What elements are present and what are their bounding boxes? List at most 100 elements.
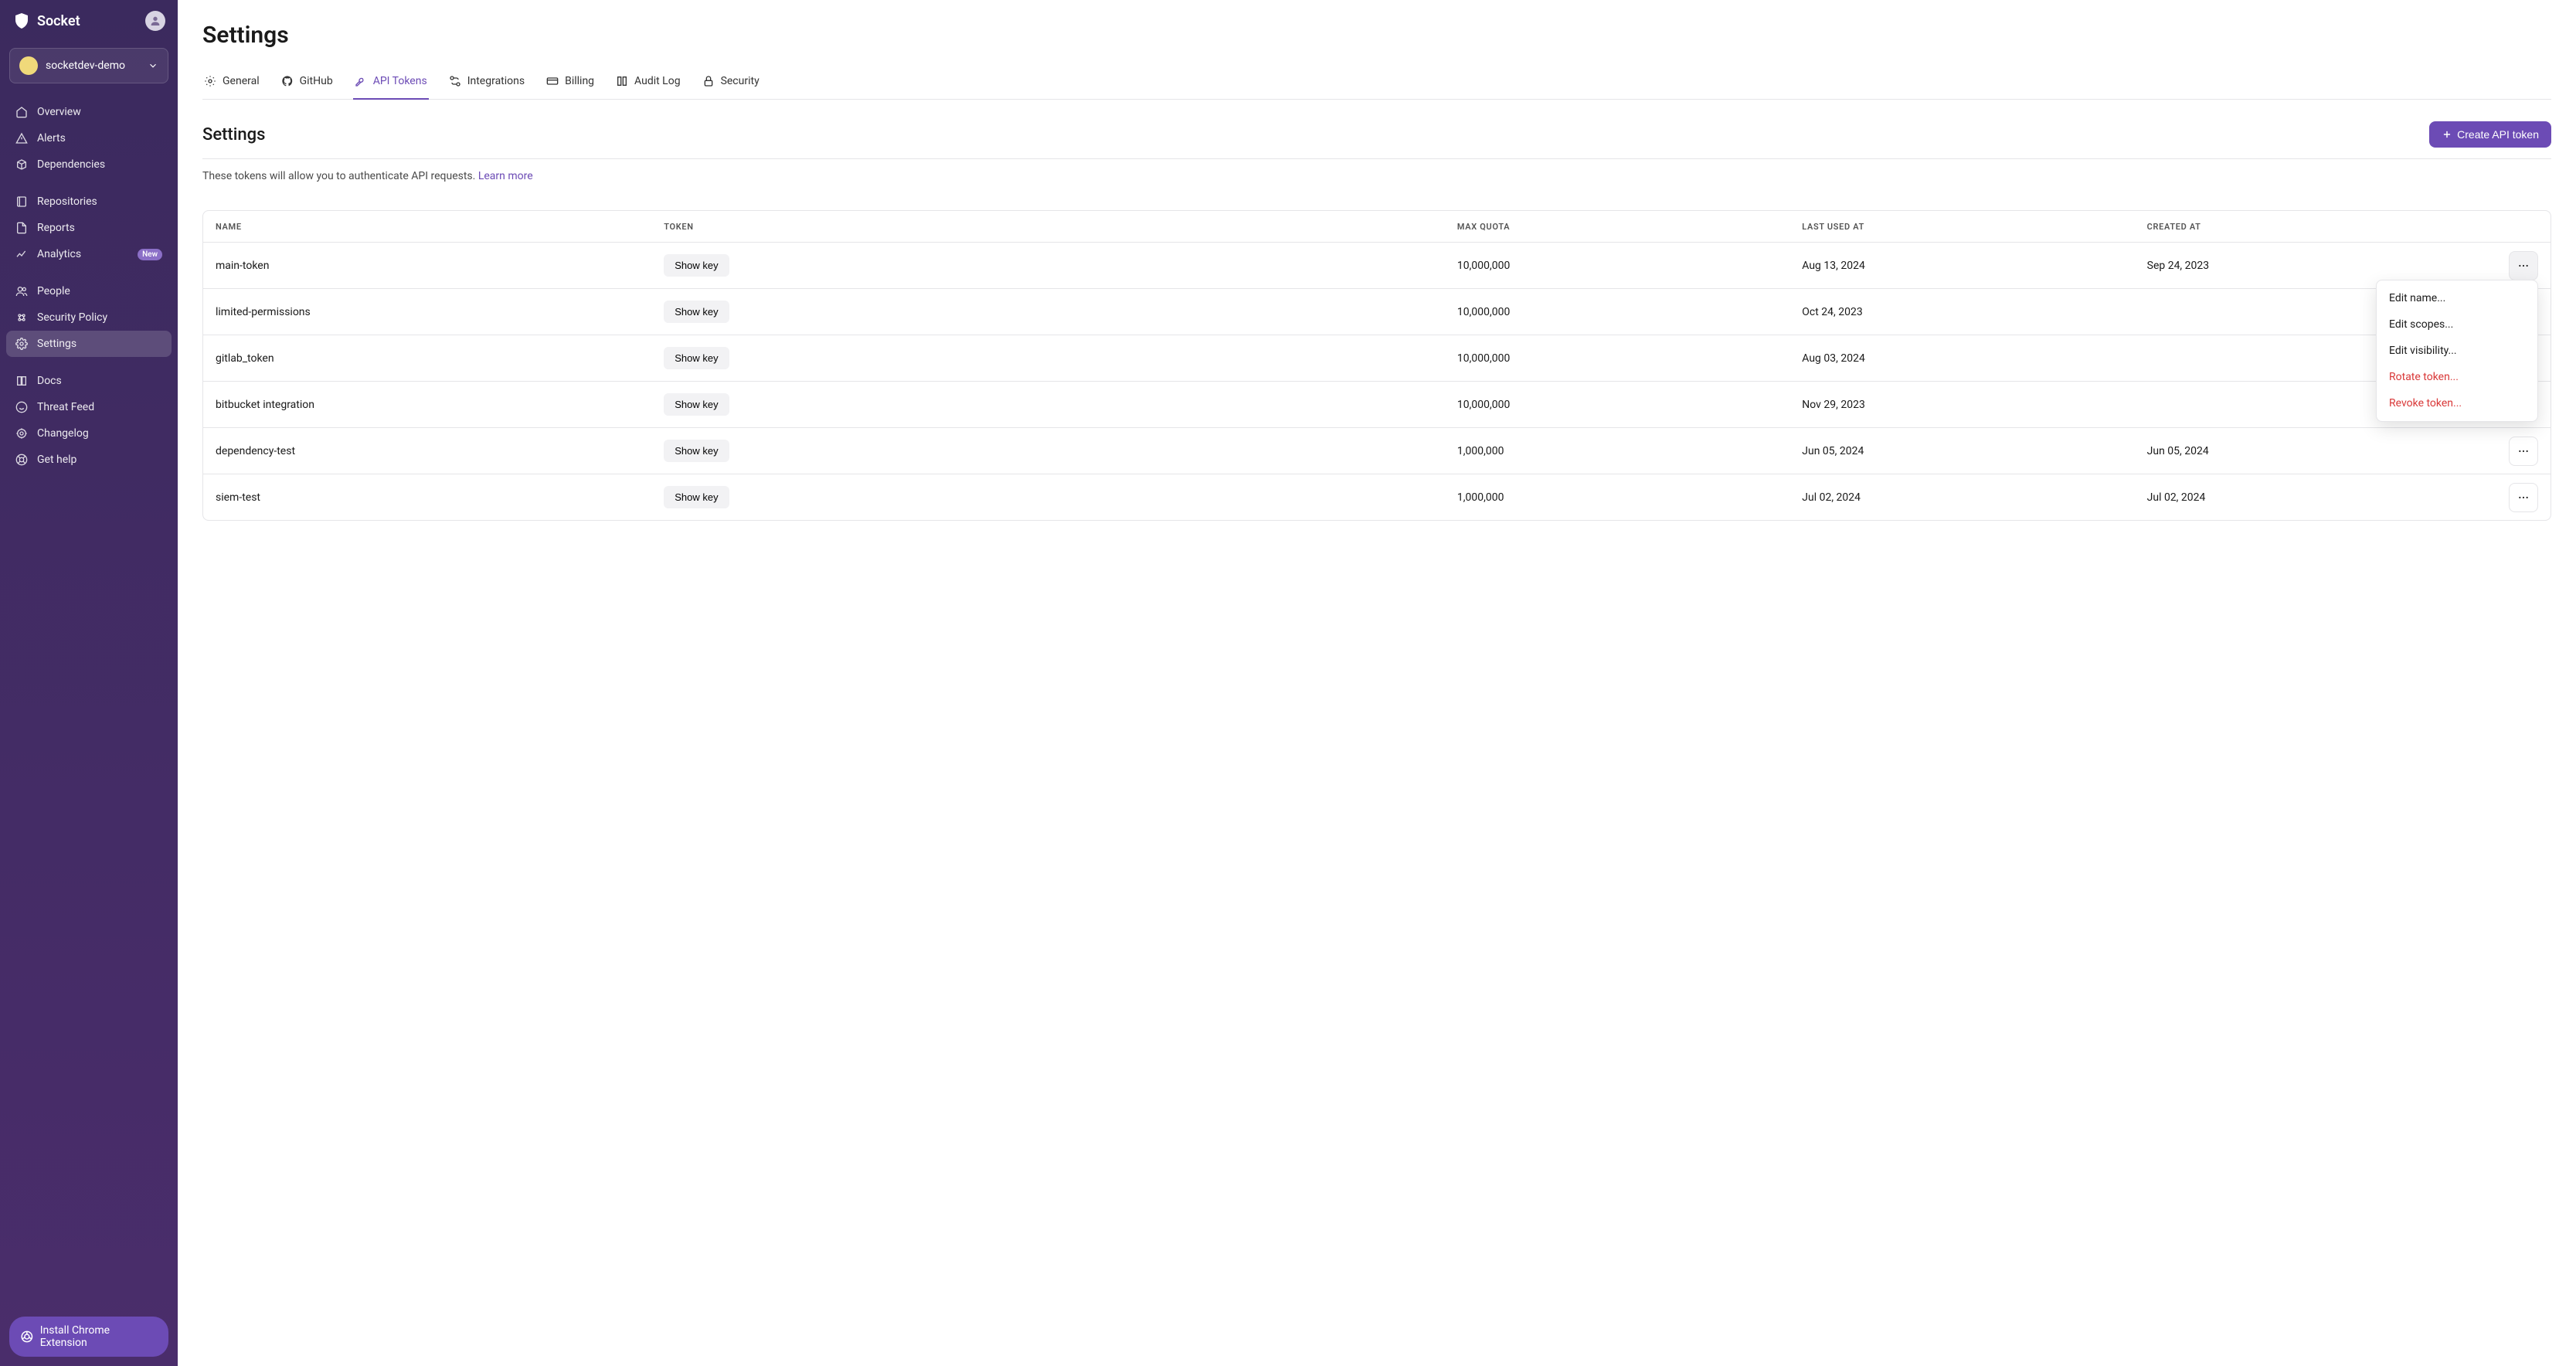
sidebar-item-threat-feed[interactable]: Threat Feed [6,394,172,420]
table-row: limited-permissions Show key 10,000,000 … [203,288,2551,335]
install-extension-button[interactable]: Install Chrome Extension [9,1317,168,1357]
show-key-button[interactable]: Show key [664,440,729,462]
row-actions-button[interactable] [2509,437,2538,466]
sidebar-item-reports[interactable]: Reports [6,215,172,241]
menu-item[interactable]: Rotate token... [2377,364,2537,390]
install-extension-label: Install Chrome Extension [40,1324,158,1349]
menu-item[interactable]: Revoke token... [2377,390,2537,416]
show-key-button[interactable]: Show key [664,486,729,508]
sidebar-item-label: People [37,285,162,297]
sidebar-item-label: Docs [37,375,162,387]
chevron-down-icon [148,60,158,71]
tab-integrations[interactable]: Integrations [447,67,526,100]
learn-more-link[interactable]: Learn more [478,170,533,182]
tab-api-tokens[interactable]: API Tokens [353,67,429,100]
sidebar-item-analytics[interactable]: AnalyticsNew [6,241,172,267]
show-key-button[interactable]: Show key [664,393,729,416]
user-avatar[interactable] [145,11,165,31]
sidebar: Socket socketdev-demo Overview Alerts Depe… [0,0,178,1366]
more-horizontal-icon [2517,260,2530,272]
show-key-button[interactable]: Show key [664,254,729,277]
main-content: Settings General GitHub API Tokens Integrat… [178,0,2576,1366]
sidebar-item-label: Analytics [37,248,128,260]
table-row: gitlab_token Show key 10,000,000 Aug 03,… [203,335,2551,381]
token-quota: 10,000,000 [1457,399,1802,411]
create-api-token-button[interactable]: Create API token [2429,121,2551,148]
brand-logo[interactable]: Socket [12,12,80,30]
overview-icon [15,106,28,118]
people-icon [15,285,28,297]
token-quota: 1,000,000 [1457,491,1802,504]
tab-github[interactable]: GitHub [280,67,335,100]
sidebar-item-label: Alerts [37,132,162,144]
brand-name: Socket [37,13,80,29]
section-title: Settings [202,125,265,144]
token-last-used: Jun 05, 2024 [1802,445,2146,457]
repositories-icon [15,195,28,208]
audit-log-icon [616,75,628,87]
sidebar-item-repositories[interactable]: Repositories [6,189,172,215]
org-name: socketdev-demo [46,59,125,72]
security-icon [702,75,715,87]
token-name: dependency-test [216,445,664,457]
table-row: dependency-test Show key 1,000,000 Jun 0… [203,427,2551,474]
token-name: gitlab_token [216,352,664,365]
tab-billing[interactable]: Billing [545,67,596,100]
org-selector[interactable]: socketdev-demo [9,48,168,83]
changelog-icon [15,427,28,440]
tab-general[interactable]: General [202,67,261,100]
token-last-used: Aug 03, 2024 [1802,352,2146,365]
sidebar-item-label: Changelog [37,427,162,440]
sidebar-item-overview[interactable]: Overview [6,99,172,125]
sidebar-item-label: Overview [37,106,162,118]
token-quota: 10,000,000 [1457,260,1802,272]
token-name: main-token [216,260,664,272]
menu-item[interactable]: Edit name... [2377,285,2537,311]
sidebar-item-people[interactable]: People [6,278,172,304]
menu-item[interactable]: Edit visibility... [2377,338,2537,364]
token-created: Sep 24, 2023 [2147,260,2492,272]
sidebar-item-settings[interactable]: Settings [6,331,172,357]
row-actions-menu: Edit name...Edit scopes...Edit visibilit… [2376,280,2538,422]
sidebar-item-dependencies[interactable]: Dependencies [6,151,172,178]
section-description: These tokens will allow you to authentic… [202,170,2551,182]
api-tokens-icon [355,75,367,87]
sidebar-item-alerts[interactable]: Alerts [6,125,172,151]
tokens-table: NameTokenMax QuotaLast Used AtCreated At… [202,210,2551,521]
token-last-used: Aug 13, 2024 [1802,260,2146,272]
menu-item[interactable]: Edit scopes... [2377,311,2537,338]
column-header: Token [664,222,1457,232]
reports-icon [15,222,28,234]
row-actions-button[interactable] [2509,483,2538,512]
sidebar-item-get-help[interactable]: Get help [6,447,172,473]
sidebar-item-docs[interactable]: Docs [6,368,172,394]
billing-icon [546,75,559,87]
sidebar-item-label: Dependencies [37,158,162,171]
sidebar-header: Socket [0,0,178,42]
show-key-button[interactable]: Show key [664,347,729,369]
token-quota: 10,000,000 [1457,306,1802,318]
sidebar-item-changelog[interactable]: Changelog [6,420,172,447]
tab-security[interactable]: Security [701,67,761,100]
threat-feed-icon [15,401,28,413]
row-actions-button[interactable] [2509,251,2538,280]
sidebar-item-label: Get help [37,454,162,466]
tab-label: General [223,75,260,87]
column-header: Max Quota [1457,222,1802,232]
tab-label: GitHub [300,75,333,87]
org-avatar [19,56,38,75]
sidebar-nav: Overview Alerts Dependencies Repositories Re… [0,96,178,1307]
tab-label: API Tokens [373,75,427,87]
token-last-used: Jul 02, 2024 [1802,491,2146,504]
integrations-icon [449,75,461,87]
sidebar-item-security-policy[interactable]: Security Policy [6,304,172,331]
user-icon [149,15,161,27]
more-horizontal-icon [2517,445,2530,457]
table-row: bitbucket integration Show key 10,000,00… [203,381,2551,427]
sidebar-item-label: Repositories [37,195,162,208]
token-name: bitbucket integration [216,399,664,411]
github-icon [281,75,294,87]
show-key-button[interactable]: Show key [664,301,729,323]
sidebar-item-label: Settings [37,338,162,350]
tab-audit-log[interactable]: Audit Log [614,67,682,100]
